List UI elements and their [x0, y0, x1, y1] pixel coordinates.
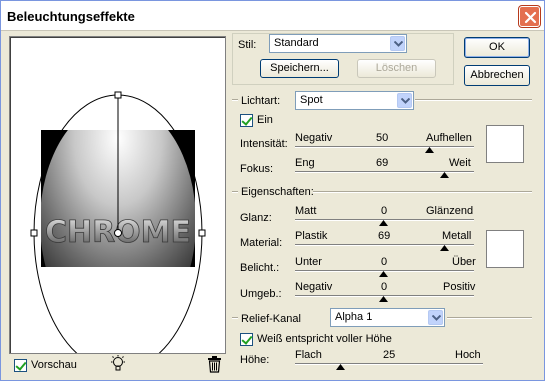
light-type-value: Spot	[300, 94, 323, 106]
exposure-slider-thumb[interactable]	[379, 271, 388, 277]
height-min-label: Flach	[295, 349, 322, 361]
light-center-handle[interactable]	[114, 229, 122, 237]
intensity-slider-track[interactable]	[295, 146, 474, 148]
ambience-min-label: Negativ	[295, 281, 333, 293]
window-title: Beleuchtungseffekte	[7, 9, 135, 24]
ambience-slider-thumb[interactable]	[379, 296, 388, 302]
ambience-value: 0	[381, 281, 388, 293]
intensity-label: Intensität:	[240, 138, 288, 150]
trash-icon[interactable]	[207, 356, 222, 373]
gloss-slider-thumb[interactable]	[379, 220, 388, 226]
light-handle-top[interactable]	[114, 91, 122, 99]
lighting-effects-dialog: Beleuchtungseffekte Vorschau Stil: Stand…	[0, 0, 545, 381]
intensity-value: 50	[376, 132, 389, 144]
lightbulb-icon[interactable]	[109, 355, 127, 374]
light-on-label: Ein	[257, 114, 273, 126]
chevron-down-icon[interactable]	[390, 36, 405, 51]
intensity-slider-thumb[interactable]	[425, 147, 434, 153]
exposure-min-label: Unter	[295, 256, 322, 268]
delete-style-button[interactable]: Löschen	[357, 59, 436, 78]
close-button[interactable]	[519, 6, 540, 27]
ambience-label: Umgeb.:	[240, 288, 282, 300]
properties-header: Eigenschaften:	[241, 186, 314, 198]
save-style-button[interactable]: Speichern...	[260, 59, 339, 78]
material-value: 69	[378, 230, 391, 242]
gloss-min-label: Matt	[295, 205, 317, 217]
gloss-max-label: Glänzend	[426, 205, 474, 217]
focus-min-label: Eng	[295, 157, 315, 169]
focus-label: Fokus:	[240, 163, 274, 175]
material-max-label: Metall	[442, 230, 472, 242]
light-handle-left[interactable]	[30, 229, 38, 237]
gloss-value: 0	[381, 205, 388, 217]
height-slider-track[interactable]	[295, 363, 483, 365]
relief-channel-select[interactable]: Alpha 1	[330, 308, 445, 327]
exposure-max-label: Über	[452, 256, 476, 268]
height-max-label: Hoch	[455, 349, 481, 361]
preview-canvas[interactable]: CHROME	[9, 36, 226, 354]
height-value: 25	[383, 349, 396, 361]
focus-max-label: Weit	[449, 157, 471, 169]
white-high-checkbox[interactable]	[240, 333, 253, 346]
light-type-select[interactable]: Spot	[295, 91, 414, 110]
material-slider-thumb[interactable]	[440, 245, 449, 251]
exposure-value: 0	[381, 256, 388, 268]
gloss-label: Glanz:	[240, 212, 272, 224]
ambience-max-label: Positiv	[443, 281, 476, 293]
white-high-label: Weiß entspricht voller Höhe	[257, 333, 392, 345]
preview-image[interactable]: CHROME	[10, 37, 226, 354]
relief-channel-label: Relief-Kanal	[241, 313, 301, 325]
ambience-color-swatch[interactable]	[486, 230, 524, 268]
relief-channel-value: Alpha 1	[335, 311, 373, 323]
intensity-min-label: Negativ	[295, 132, 333, 144]
ok-button[interactable]: OK	[464, 37, 530, 58]
close-icon	[524, 11, 537, 24]
title-bar: Beleuchtungseffekte	[1, 1, 544, 31]
height-label: Höhe:	[240, 354, 270, 366]
cancel-button[interactable]: Abbrechen	[464, 65, 530, 86]
exposure-label: Belicht.:	[240, 262, 280, 274]
material-label: Material:	[240, 237, 283, 249]
light-handle-right[interactable]	[198, 229, 206, 237]
style-label: Stil:	[238, 39, 257, 51]
style-select[interactable]: Standard	[269, 34, 407, 53]
chevron-down-icon[interactable]	[397, 93, 412, 108]
focus-slider-thumb[interactable]	[440, 172, 449, 178]
material-min-label: Plastik	[295, 230, 328, 242]
preview-checkbox[interactable]	[14, 359, 27, 372]
focus-value: 69	[376, 157, 389, 169]
intensity-max-label: Aufhellen	[426, 132, 472, 144]
height-slider-thumb[interactable]	[336, 364, 345, 370]
light-on-checkbox[interactable]	[240, 114, 253, 127]
preview-label: Vorschau	[31, 359, 77, 371]
style-select-value: Standard	[274, 37, 319, 49]
chevron-down-icon[interactable]	[428, 310, 443, 325]
light-type-label: Lichtart:	[241, 95, 281, 107]
light-color-swatch[interactable]	[486, 125, 524, 163]
